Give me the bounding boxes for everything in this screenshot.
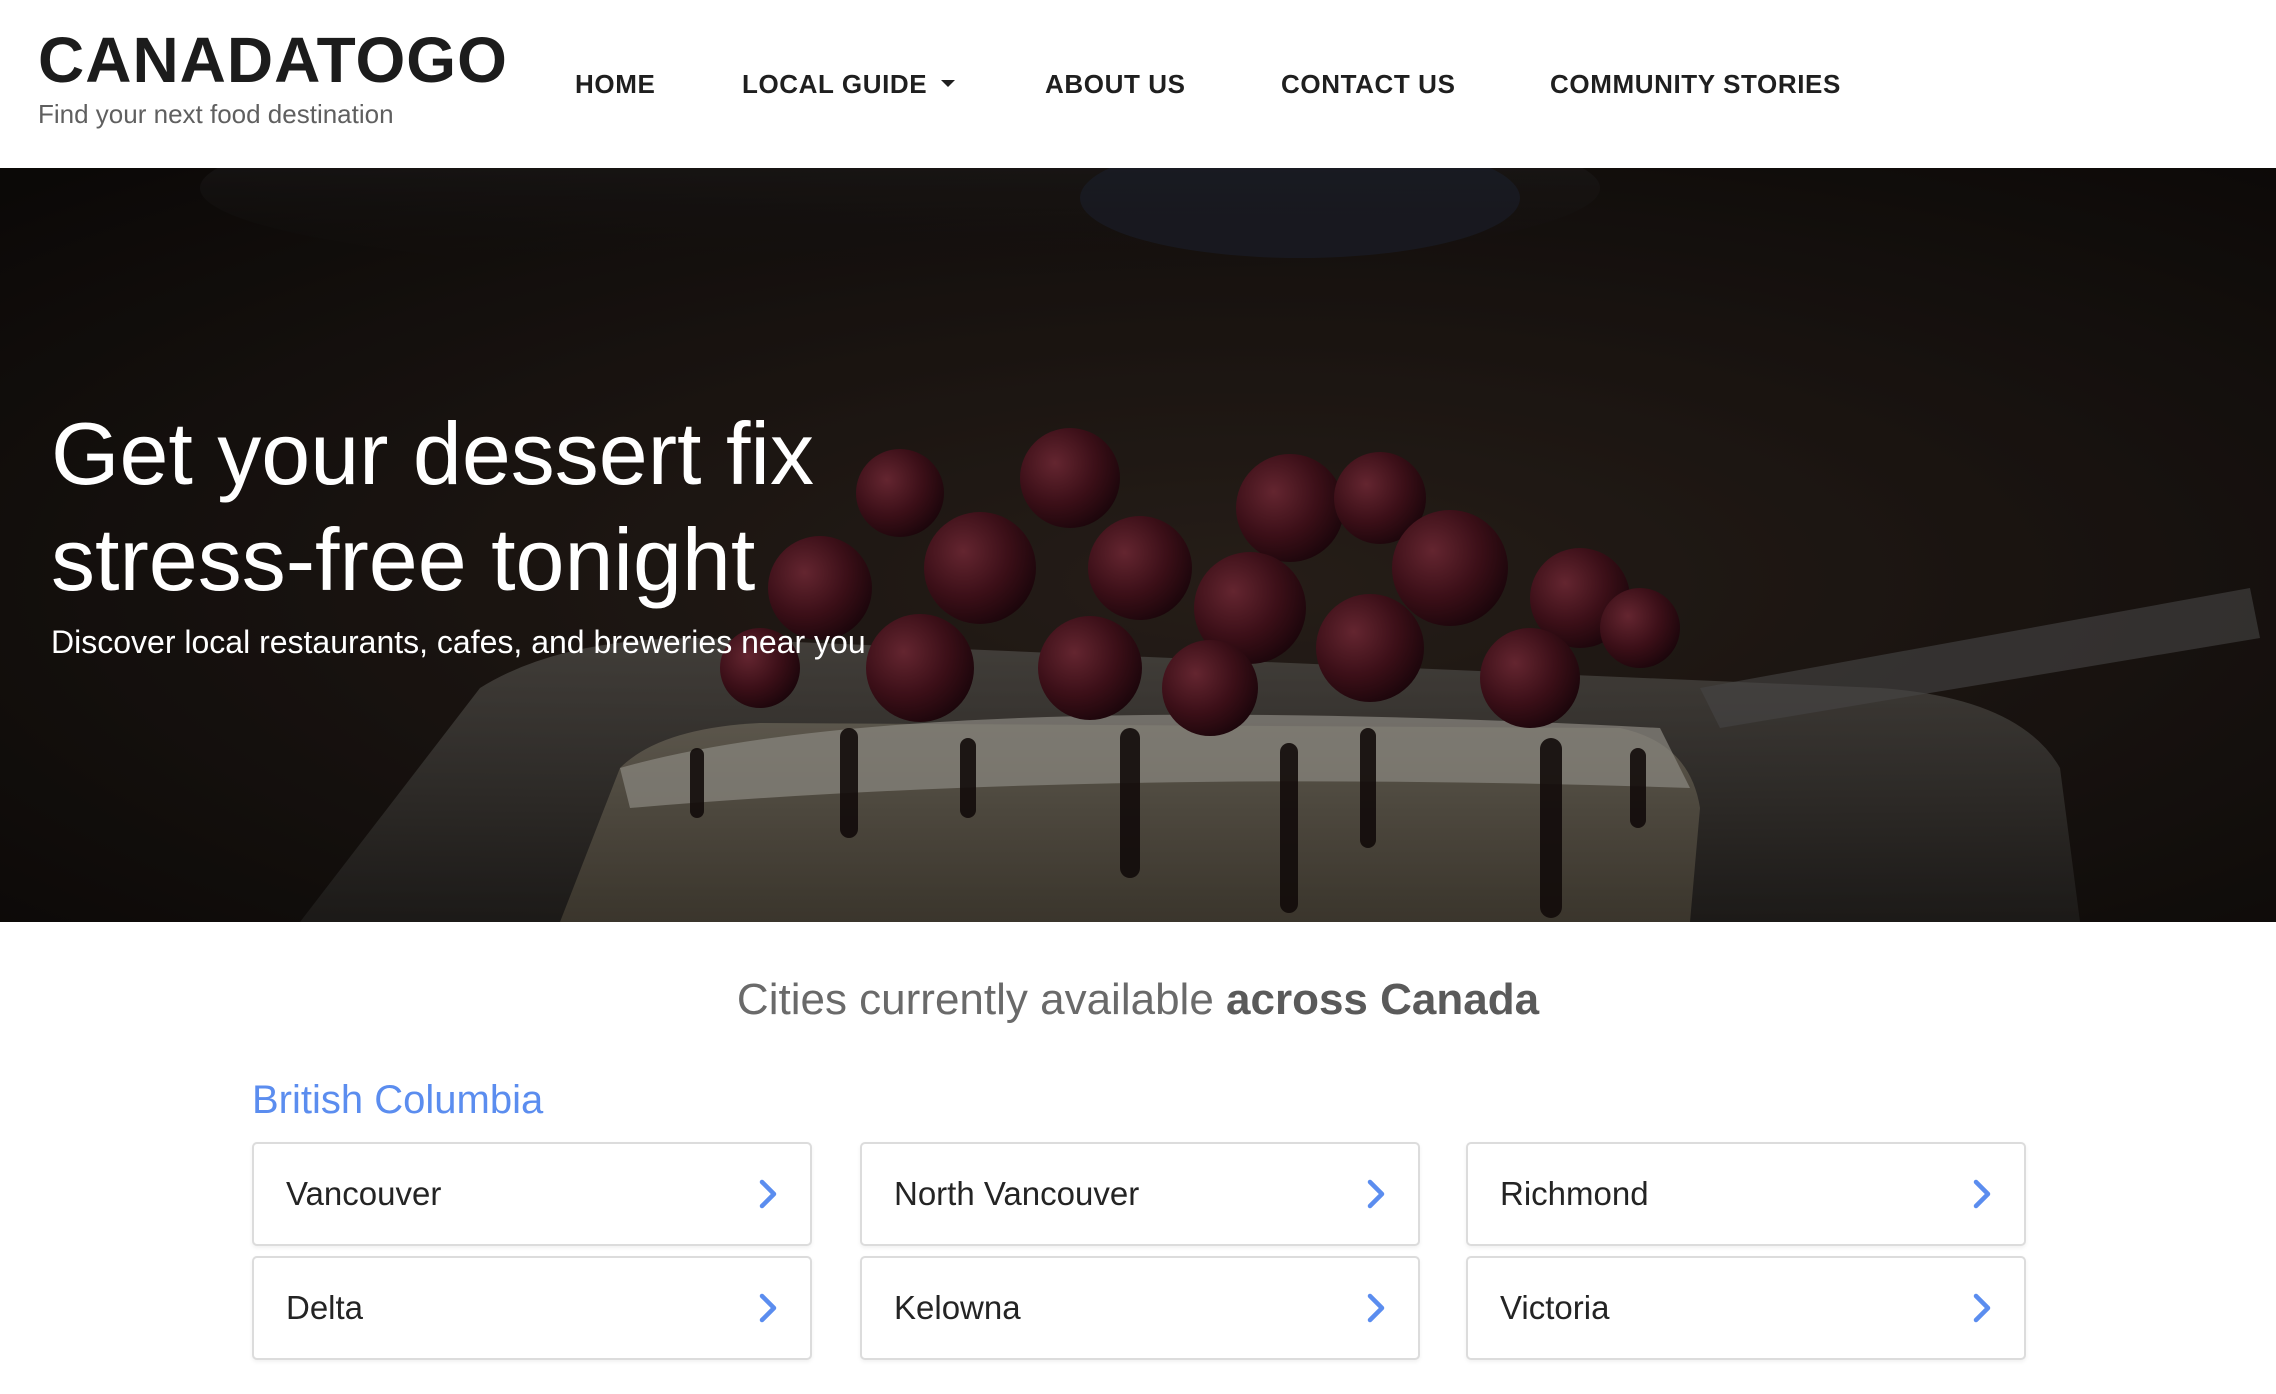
city-name: Kelowna [894, 1289, 1021, 1326]
nav-about-us[interactable]: ABOUT US [1045, 62, 1186, 106]
hero-text: Get your dessert fix stress-free tonight… [51, 401, 1051, 663]
city-name: Delta [286, 1289, 364, 1326]
city-name: Victoria [1500, 1289, 1610, 1326]
hero-title-line-2: stress-free tonight [51, 510, 756, 609]
nav-community-stories[interactable]: COMMUNITY STORIES [1550, 62, 1841, 106]
nav-contact-us[interactable]: CONTACT US [1281, 62, 1456, 106]
hero-banner: Get your dessert fix stress-free tonight… [0, 168, 2276, 922]
city-name: Richmond [1500, 1175, 1649, 1212]
nav-home[interactable]: HOME [575, 62, 655, 106]
nav-local-guide-label: LOCAL GUIDE [742, 69, 928, 99]
hero-title: Get your dessert fix stress-free tonight [51, 401, 1051, 613]
city-card-victoria[interactable]: Victoria [1466, 1256, 2026, 1360]
city-card-vancouver[interactable]: Vancouver [252, 1142, 812, 1246]
cities-heading: Cities currently available across Canada [0, 968, 2276, 1032]
city-card-north-vancouver[interactable]: North Vancouver [860, 1142, 1420, 1246]
chevron-right-icon [1973, 1293, 1991, 1323]
site-header: CANADATOGO Find your next food destinati… [0, 0, 2276, 168]
nav-local-guide[interactable]: LOCAL GUIDE [742, 62, 956, 106]
chevron-right-icon [759, 1179, 777, 1209]
caret-down-icon [941, 79, 956, 87]
hero-title-line-1: Get your dessert fix [51, 404, 814, 503]
city-name: Vancouver [286, 1175, 442, 1212]
city-name: North Vancouver [894, 1175, 1140, 1212]
city-card-delta[interactable]: Delta [252, 1256, 812, 1360]
chevron-right-icon [1367, 1179, 1385, 1209]
city-card-richmond[interactable]: Richmond [1466, 1142, 2026, 1246]
main-nav: HOME LOCAL GUIDE ABOUT US CONTACT US COM… [0, 62, 2276, 106]
chevron-right-icon [1973, 1179, 1991, 1209]
city-card-kelowna[interactable]: Kelowna [860, 1256, 1420, 1360]
chevron-right-icon [1367, 1293, 1385, 1323]
province-heading: British Columbia [252, 1078, 544, 1122]
cities-heading-prefix: Cities currently available [736, 975, 1227, 1024]
chevron-right-icon [759, 1293, 777, 1323]
cities-heading-bold: across Canada [1226, 975, 1540, 1024]
hero-subtitle: Discover local restaurants, cafes, and b… [51, 624, 866, 660]
